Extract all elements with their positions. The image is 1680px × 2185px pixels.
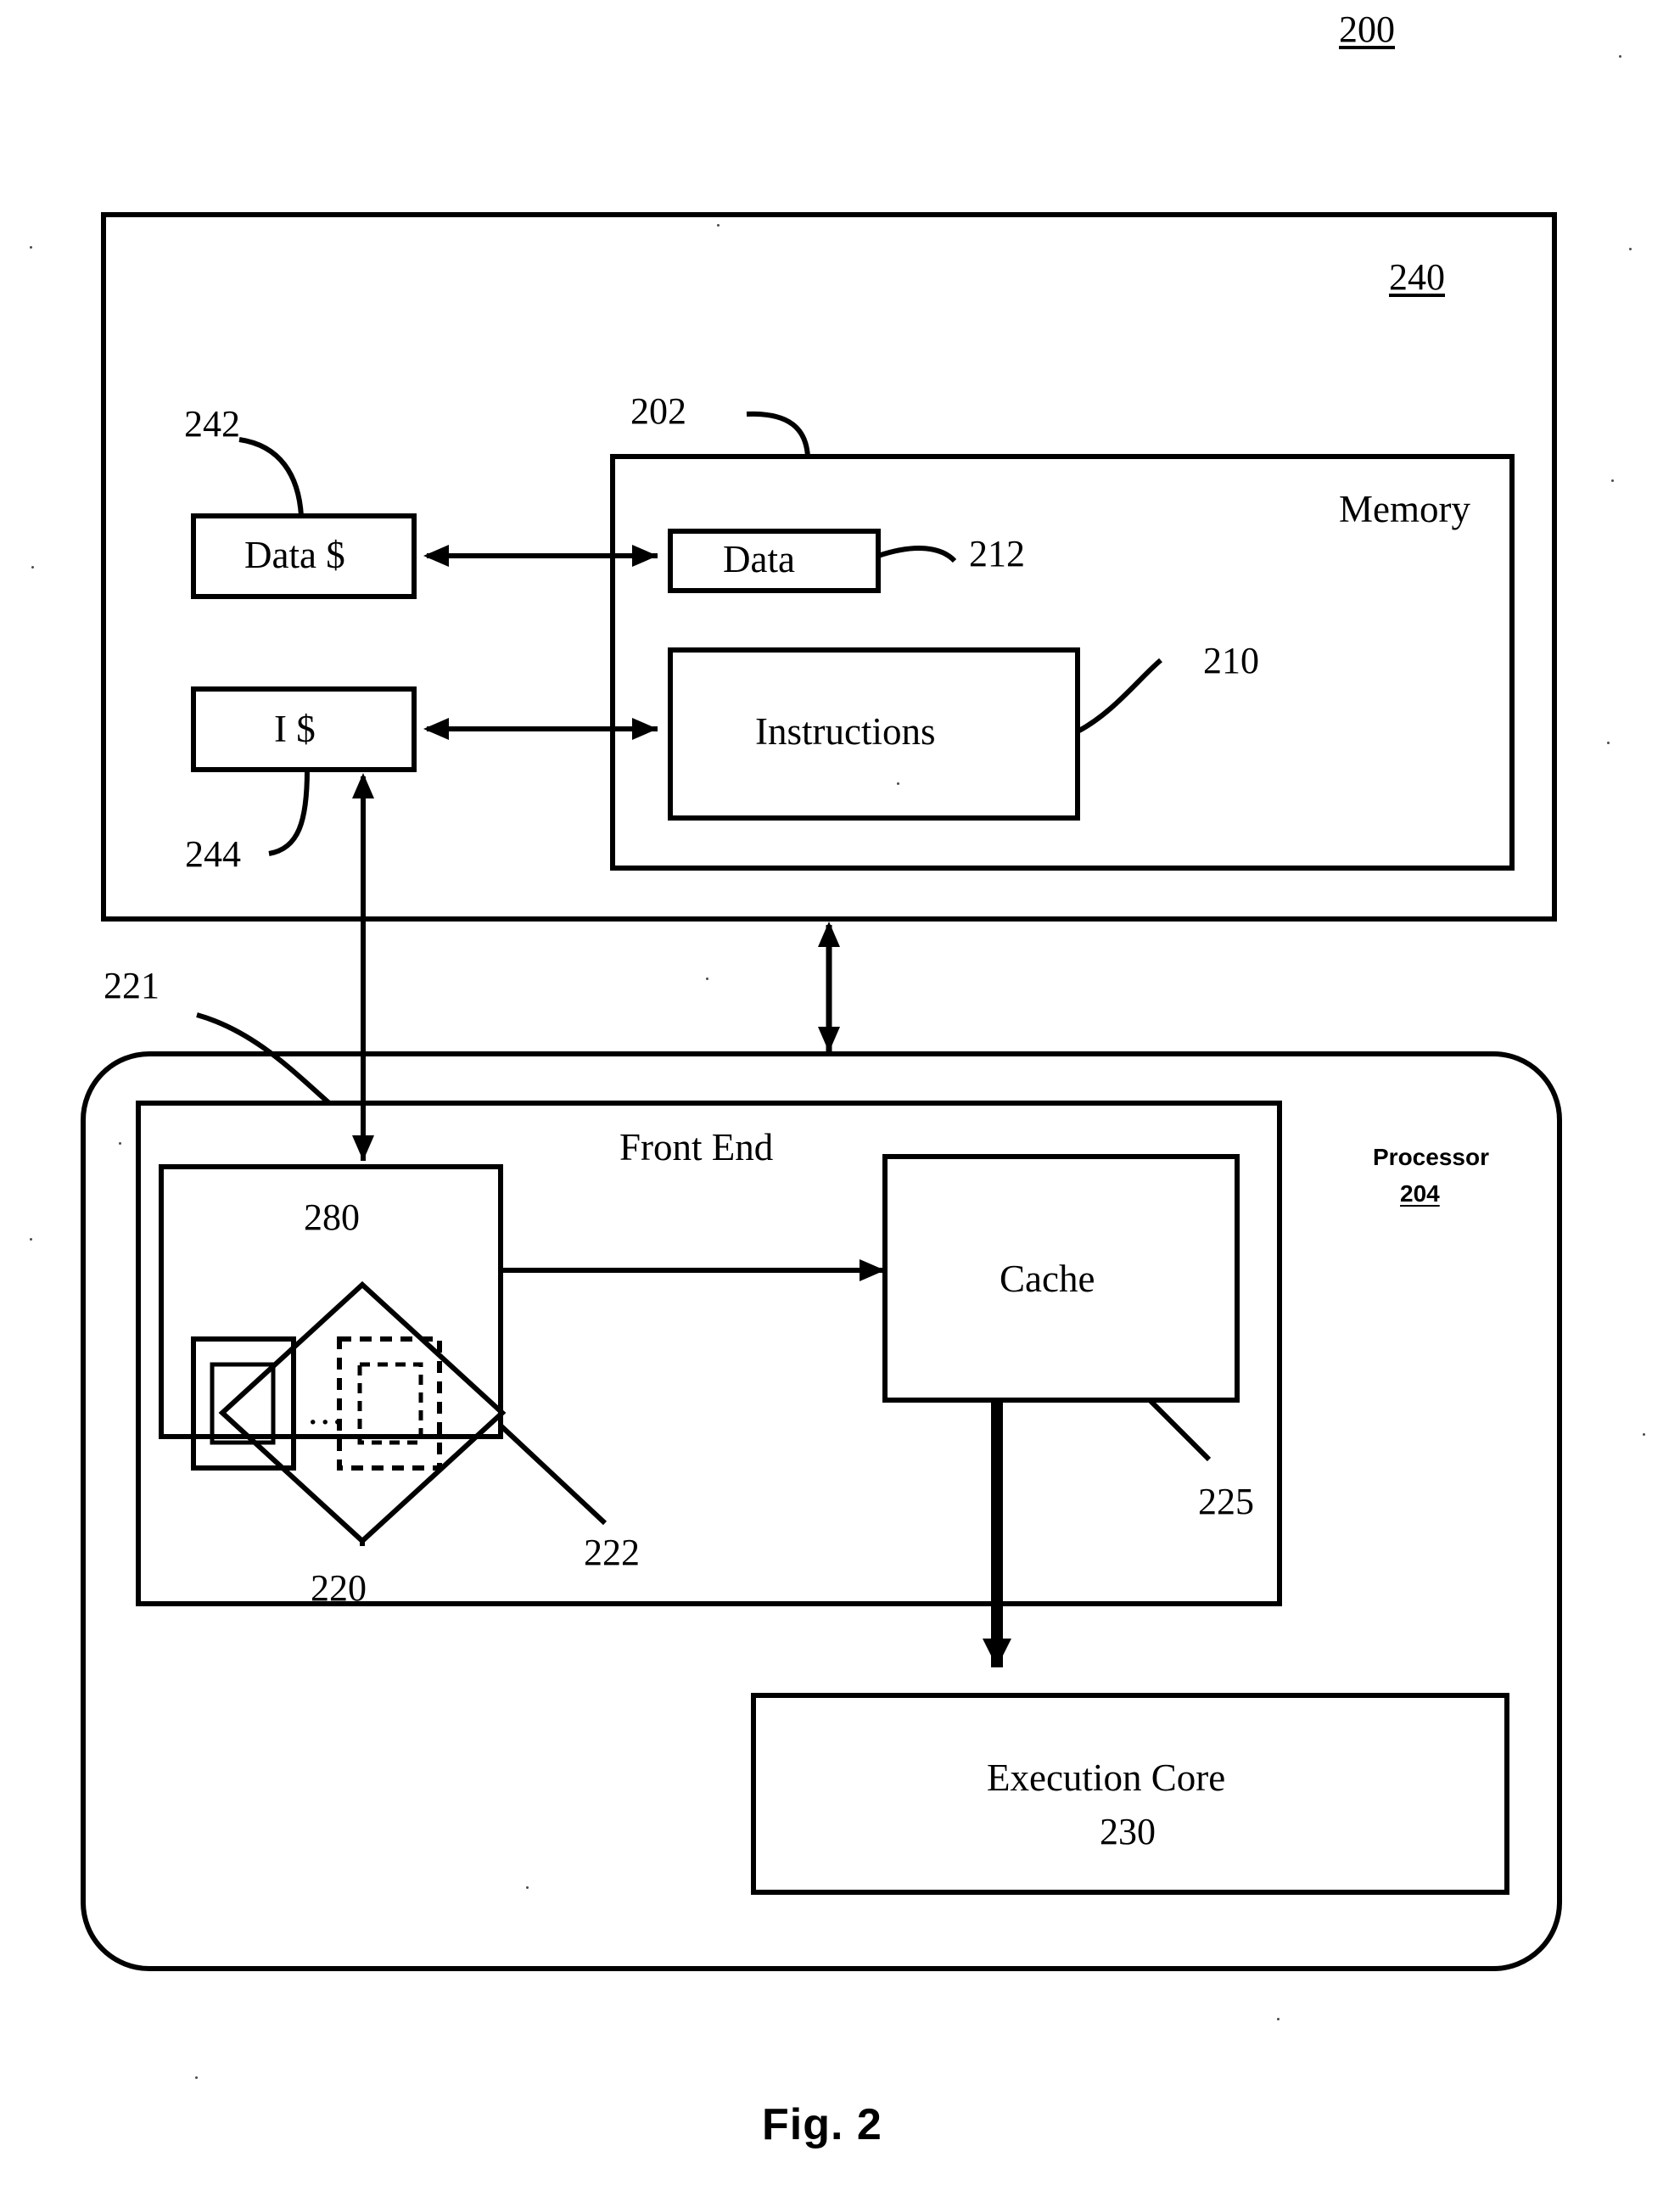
scan-speck (30, 246, 32, 249)
scan-speck (1619, 55, 1621, 58)
cache-label: Cache (1000, 1258, 1095, 1300)
scan-speck (526, 1886, 529, 1889)
leader-221 (196, 1012, 331, 1106)
data-cache-ref: 242 (184, 403, 240, 445)
processor-title: Processor (1373, 1144, 1489, 1170)
trace-entry-dashed-inner (357, 1362, 423, 1445)
figure-top-ref: 200 (1339, 8, 1395, 50)
scan-speck (1611, 479, 1614, 482)
execution-core-ref: 230 (1100, 1811, 1156, 1852)
scan-speck (31, 566, 34, 569)
memory-data-ref: 212 (969, 533, 1025, 574)
memory-ref: 202 (630, 390, 686, 432)
leader-244 (268, 769, 310, 856)
front-end-title: Front End (619, 1126, 774, 1168)
cache-ref: 225 (1198, 1481, 1254, 1522)
trace-entries-ellipsis: ... (308, 1389, 345, 1432)
scan-speck (717, 224, 720, 227)
figure-caption: Fig. 2 (762, 2100, 882, 2149)
front-end-container (136, 1101, 1282, 1606)
leader-212 (877, 546, 957, 563)
scan-speck (1607, 742, 1610, 744)
instruction-cache-label: I $ (274, 708, 316, 750)
leader-222 (498, 1423, 608, 1526)
data-cache-label: Data $ (244, 534, 345, 576)
scan-speck (706, 978, 708, 980)
scan-speck (1629, 248, 1632, 250)
scan-speck (1643, 1433, 1645, 1436)
memory-instructions-ref: 210 (1203, 640, 1259, 681)
scan-speck (119, 1142, 121, 1145)
memory-instructions-label: Instructions (755, 710, 936, 753)
figure-page: 200 240 242 Data $ 244 I $ 202 Memory Da… (0, 0, 1680, 2185)
leader-225 (1147, 1398, 1212, 1462)
diamond-280 (218, 1280, 507, 1545)
trace-group-ref: 220 (311, 1567, 367, 1609)
diagram-canvas (81, 212, 1562, 1971)
processor-ref: 204 (1400, 1180, 1440, 1207)
scan-speck (30, 1238, 32, 1241)
processor-container (81, 1051, 1562, 1971)
leader-242 (238, 437, 304, 517)
trace-unit-ref: 222 (584, 1532, 640, 1573)
memory-system-ref: 240 (1389, 256, 1445, 298)
scan-speck (897, 782, 899, 785)
scan-speck (195, 2076, 198, 2079)
execution-core-label: Execution Core (987, 1756, 1226, 1799)
instruction-cache-ref: 244 (185, 833, 241, 875)
memory-title: Memory (1339, 488, 1470, 530)
trace-entry-dashed-outer (337, 1336, 442, 1471)
front-end-ref: 221 (104, 965, 160, 1006)
memory-data-label: Data (723, 538, 795, 580)
trace-diamond-ref: 280 (304, 1196, 360, 1238)
scan-speck (1277, 2018, 1280, 2020)
leader-202 (746, 411, 810, 457)
leader-210 (1076, 658, 1162, 734)
